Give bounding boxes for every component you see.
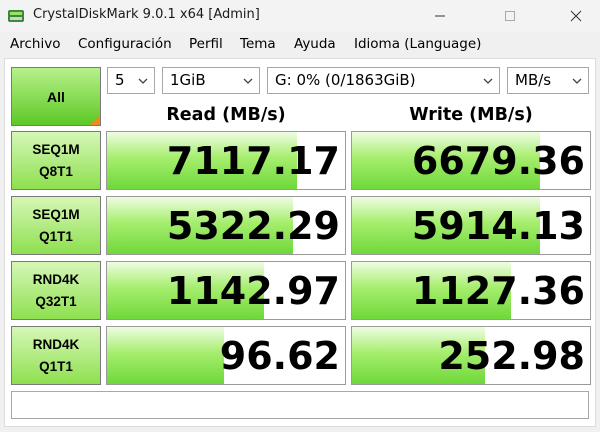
app-icon [8,10,24,22]
test-label-line2: Q8T1 [39,163,73,179]
write-result-value: 5914.13 [411,204,585,248]
write-result-value: 6679.36 [411,139,585,183]
write-header: Write (MB/s) [409,105,533,125]
read-result-rnd4k-q32t1: 1142.97 [106,261,346,320]
test-button-seq1m-q8t1[interactable]: SEQ1M Q8T1 [11,131,101,190]
test-label-line2: Q1T1 [39,228,73,244]
maximize-icon [505,11,515,21]
menu-ayuda[interactable]: Ayuda [294,36,336,52]
chevron-down-icon [138,78,148,84]
menu-perfil[interactable]: Perfil [189,36,223,52]
write-result-seq1m-q8t1: 6679.36 [351,131,591,190]
write-result-value: 252.98 [438,334,585,378]
read-result-value: 5322.29 [166,204,340,248]
test-label-line1: SEQ1M [32,206,80,222]
test-button-rnd4k-q1t1[interactable]: RND4K Q1T1 [11,326,101,385]
test-label-line1: RND4K [32,336,80,352]
minimize-button[interactable] [417,0,463,32]
corner-marker [90,115,100,125]
write-result-rnd4k-q1t1: 252.98 [351,326,591,385]
title-bar: CrystalDiskMark 9.0.1 x64 [Admin] [0,0,600,32]
menu-tema[interactable]: Tema [240,36,276,52]
read-header: Read (MB/s) [166,105,286,125]
menu-configuracion[interactable]: Configuración [78,36,172,52]
maximize-button[interactable] [487,0,533,32]
test-label-line2: Q1T1 [39,358,73,374]
chevron-down-icon [572,78,582,84]
read-result-value: 96.62 [219,334,340,378]
menu-idioma[interactable]: Idioma (Language) [354,36,481,52]
read-result-bar [107,327,224,384]
write-result-seq1m-q1t1: 5914.13 [351,196,591,255]
test-count-value: 5 [115,71,125,89]
minimize-icon [435,15,445,17]
drive-select[interactable]: G: 0% (0/1863GiB) [267,67,500,94]
test-button-seq1m-q1t1[interactable]: SEQ1M Q1T1 [11,196,101,255]
close-icon [570,10,582,22]
test-label-line2: Q32T1 [35,293,77,309]
all-button-label: All [47,88,65,105]
close-button[interactable] [553,0,599,32]
test-label-line1: SEQ1M [32,141,80,157]
comment-input[interactable] [11,391,589,419]
chevron-down-icon [483,78,493,84]
drive-value: G: 0% (0/1863GiB) [275,71,416,89]
read-result-rnd4k-q1t1: 96.62 [106,326,346,385]
write-result-rnd4k-q32t1: 1127.36 [351,261,591,320]
all-button[interactable]: All [11,67,101,126]
menu-archivo[interactable]: Archivo [10,36,60,52]
test-count-select[interactable]: 5 [107,67,155,94]
write-result-value: 1127.36 [411,269,585,313]
test-size-value: 1GiB [170,71,206,89]
test-button-rnd4k-q32t1[interactable]: RND4K Q32T1 [11,261,101,320]
read-result-value: 1142.97 [166,269,340,313]
test-size-select[interactable]: 1GiB [162,67,260,94]
menu-bar: Archivo Configuración Perfil Tema Ayuda … [0,32,600,58]
window-title: CrystalDiskMark 9.0.1 x64 [Admin] [33,7,260,22]
chevron-down-icon [243,78,253,84]
read-result-seq1m-q8t1: 7117.17 [106,131,346,190]
unit-value: MB/s [515,71,552,89]
test-label-line1: RND4K [32,271,80,287]
unit-select[interactable]: MB/s [507,67,589,94]
read-result-value: 7117.17 [166,139,340,183]
read-result-seq1m-q1t1: 5322.29 [106,196,346,255]
